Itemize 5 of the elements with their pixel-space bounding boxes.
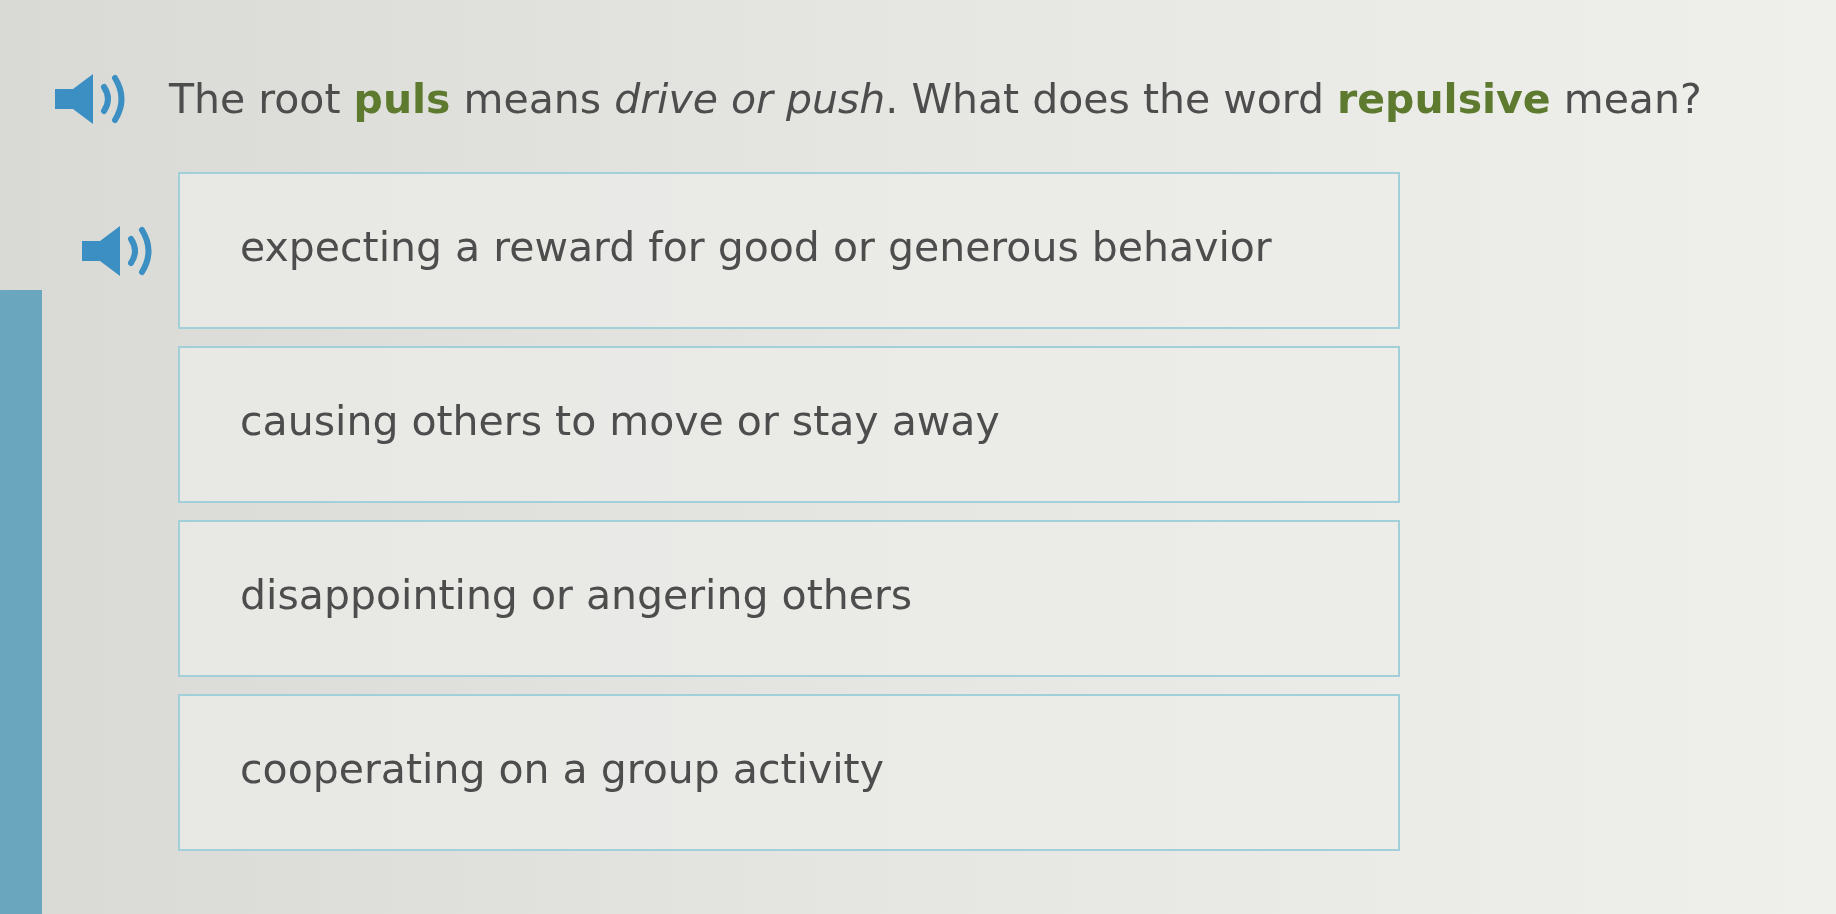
- answer-option[interactable]: causing others to move or stay away: [178, 346, 1400, 503]
- answer-option[interactable]: cooperating on a group activity: [178, 694, 1400, 851]
- answer-option[interactable]: expecting a reward for good or generous behavior: [178, 172, 1400, 329]
- question-text: The root puls means drive or push. What does the word repulsive mean?: [169, 75, 1702, 123]
- answer-option[interactable]: disappointing or angering others: [178, 520, 1400, 677]
